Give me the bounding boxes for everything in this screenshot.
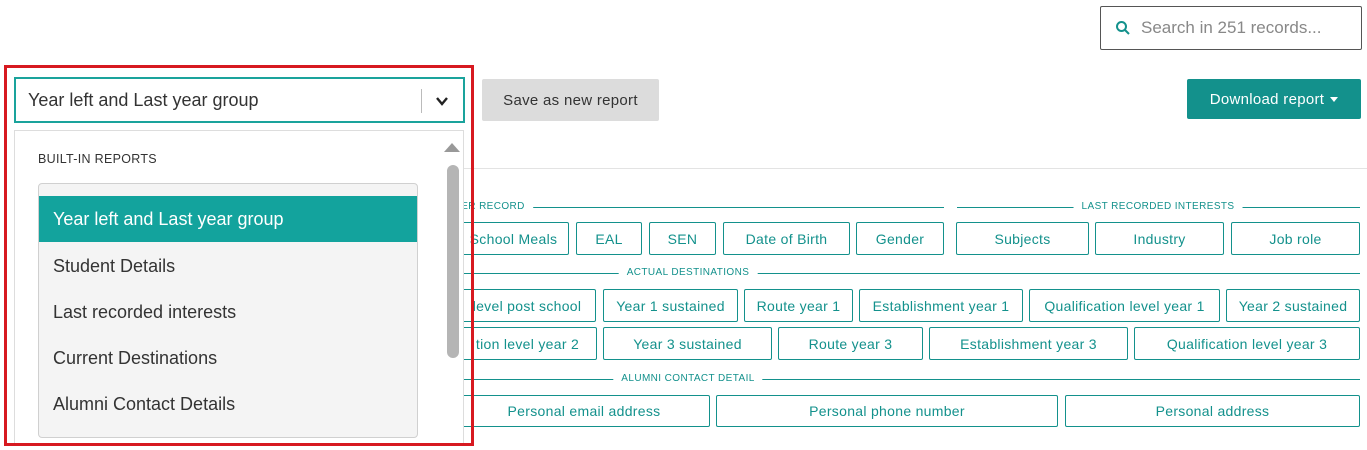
field-chip-personal-address[interactable]: Personal address	[1065, 395, 1360, 427]
field-chip-level-post-school[interactable]: level post school	[458, 289, 596, 322]
field-chip-route-year-3[interactable]: Route year 3	[778, 327, 923, 360]
download-report-button[interactable]: Download report	[1187, 79, 1361, 119]
section-label-destinations: ACTUAL DESTINATIONS	[618, 267, 758, 278]
section-line	[464, 207, 944, 208]
search-input[interactable]: Search in 251 records...	[1100, 6, 1362, 50]
field-chip-eal[interactable]: EAL	[576, 222, 642, 255]
field-chip-year-2-sustained[interactable]: Year 2 sustained	[1226, 289, 1360, 322]
field-chip-job-role[interactable]: Job role	[1231, 222, 1360, 255]
caret-down-icon	[1330, 96, 1339, 102]
search-icon	[1116, 21, 1130, 35]
save-as-new-report-button[interactable]: Save as new report	[482, 79, 659, 121]
field-chip-gender[interactable]: Gender	[856, 222, 944, 255]
field-chip-subjects[interactable]: Subjects	[956, 222, 1089, 255]
field-chip-route-year-1[interactable]: Route year 1	[744, 289, 853, 322]
field-chip-date-of-birth[interactable]: Date of Birth	[723, 222, 850, 255]
field-chip-school-meals[interactable]: School Meals	[458, 222, 569, 255]
field-chip-qualification-level-year-2[interactable]: tion level year 2	[458, 327, 597, 360]
field-chip-establishment-year-3[interactable]: Establishment year 3	[929, 327, 1128, 360]
field-chip-personal-email[interactable]: Personal email address	[458, 395, 710, 427]
section-line	[464, 273, 1360, 274]
section-line	[464, 379, 1360, 380]
highlight-frame	[4, 65, 474, 446]
field-chip-year-3-sustained[interactable]: Year 3 sustained	[603, 327, 772, 360]
field-chip-year-1-sustained[interactable]: Year 1 sustained	[603, 289, 738, 322]
search-placeholder: Search in 251 records...	[1141, 18, 1322, 37]
field-chip-qualification-level-year-3[interactable]: Qualification level year 3	[1134, 327, 1360, 360]
field-chip-personal-phone[interactable]: Personal phone number	[716, 395, 1058, 427]
field-chip-industry[interactable]: Industry	[1095, 222, 1224, 255]
field-chip-establishment-year-1[interactable]: Establishment year 1	[859, 289, 1023, 322]
section-label-interests: LAST RECORDED INTERESTS	[1073, 201, 1243, 212]
section-label-alumni: ALUMNI CONTACT DETAIL	[613, 373, 763, 384]
field-chip-sen[interactable]: SEN	[649, 222, 716, 255]
download-report-label: Download report	[1209, 90, 1325, 108]
field-chip-qualification-level-year-1[interactable]: Qualification level year 1	[1029, 289, 1220, 322]
divider	[464, 168, 1367, 169]
